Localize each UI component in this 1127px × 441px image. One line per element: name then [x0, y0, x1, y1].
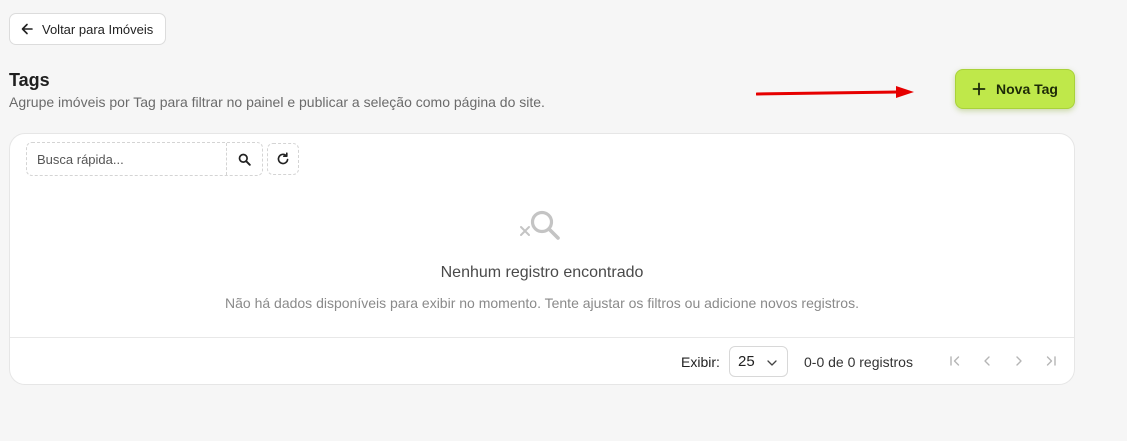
- empty-state-description: Não há dados disponíveis para exibir no …: [225, 295, 859, 311]
- per-page-select[interactable]: 25: [729, 346, 788, 377]
- back-button-label: Voltar para Imóveis: [42, 21, 154, 37]
- search-input[interactable]: [27, 143, 226, 175]
- footer-divider: [10, 337, 1074, 338]
- page: Voltar para Imóveis Tags Agrupe imóveis …: [0, 0, 1127, 441]
- first-page-button[interactable]: [946, 352, 964, 370]
- per-page-value: 25: [738, 353, 755, 370]
- empty-state-title: Nenhum registro encontrado: [440, 264, 644, 281]
- annotation-arrow-icon: [756, 86, 914, 98]
- page-title: Tags: [9, 70, 50, 90]
- chevron-down-icon: [767, 360, 777, 366]
- search-button[interactable]: [226, 143, 262, 175]
- refresh-icon: [277, 152, 289, 165]
- arrow-left-icon: [21, 23, 33, 35]
- chevron-left-icon: [984, 356, 990, 366]
- last-page-icon: [1046, 356, 1056, 366]
- next-page-button[interactable]: [1010, 352, 1028, 370]
- last-page-button[interactable]: [1042, 352, 1060, 370]
- new-tag-button[interactable]: Nova Tag: [955, 69, 1075, 109]
- previous-page-button[interactable]: [978, 352, 996, 370]
- first-page-icon: [950, 356, 960, 366]
- back-to-properties-button[interactable]: Voltar para Imóveis: [9, 13, 167, 45]
- tags-table-card: Nenhum registro encontrado Não há dados …: [9, 133, 1075, 385]
- search-icon: [238, 153, 251, 166]
- chevron-right-icon: [1016, 356, 1022, 366]
- records-range: 0-0 de 0 registros: [804, 354, 913, 370]
- page-subtitle: Agrupe imóveis por Tag para filtrar no p…: [9, 94, 545, 110]
- pagination-footer: Exibir: 25 0-0 de 0 registros: [10, 345, 1074, 377]
- no-results-search-icon: [520, 210, 560, 240]
- new-tag-label: Nova Tag: [996, 81, 1058, 97]
- plus-icon: [972, 82, 986, 96]
- search-box: [26, 142, 263, 176]
- per-page-label: Exibir:: [681, 354, 720, 370]
- refresh-button[interactable]: [267, 143, 299, 175]
